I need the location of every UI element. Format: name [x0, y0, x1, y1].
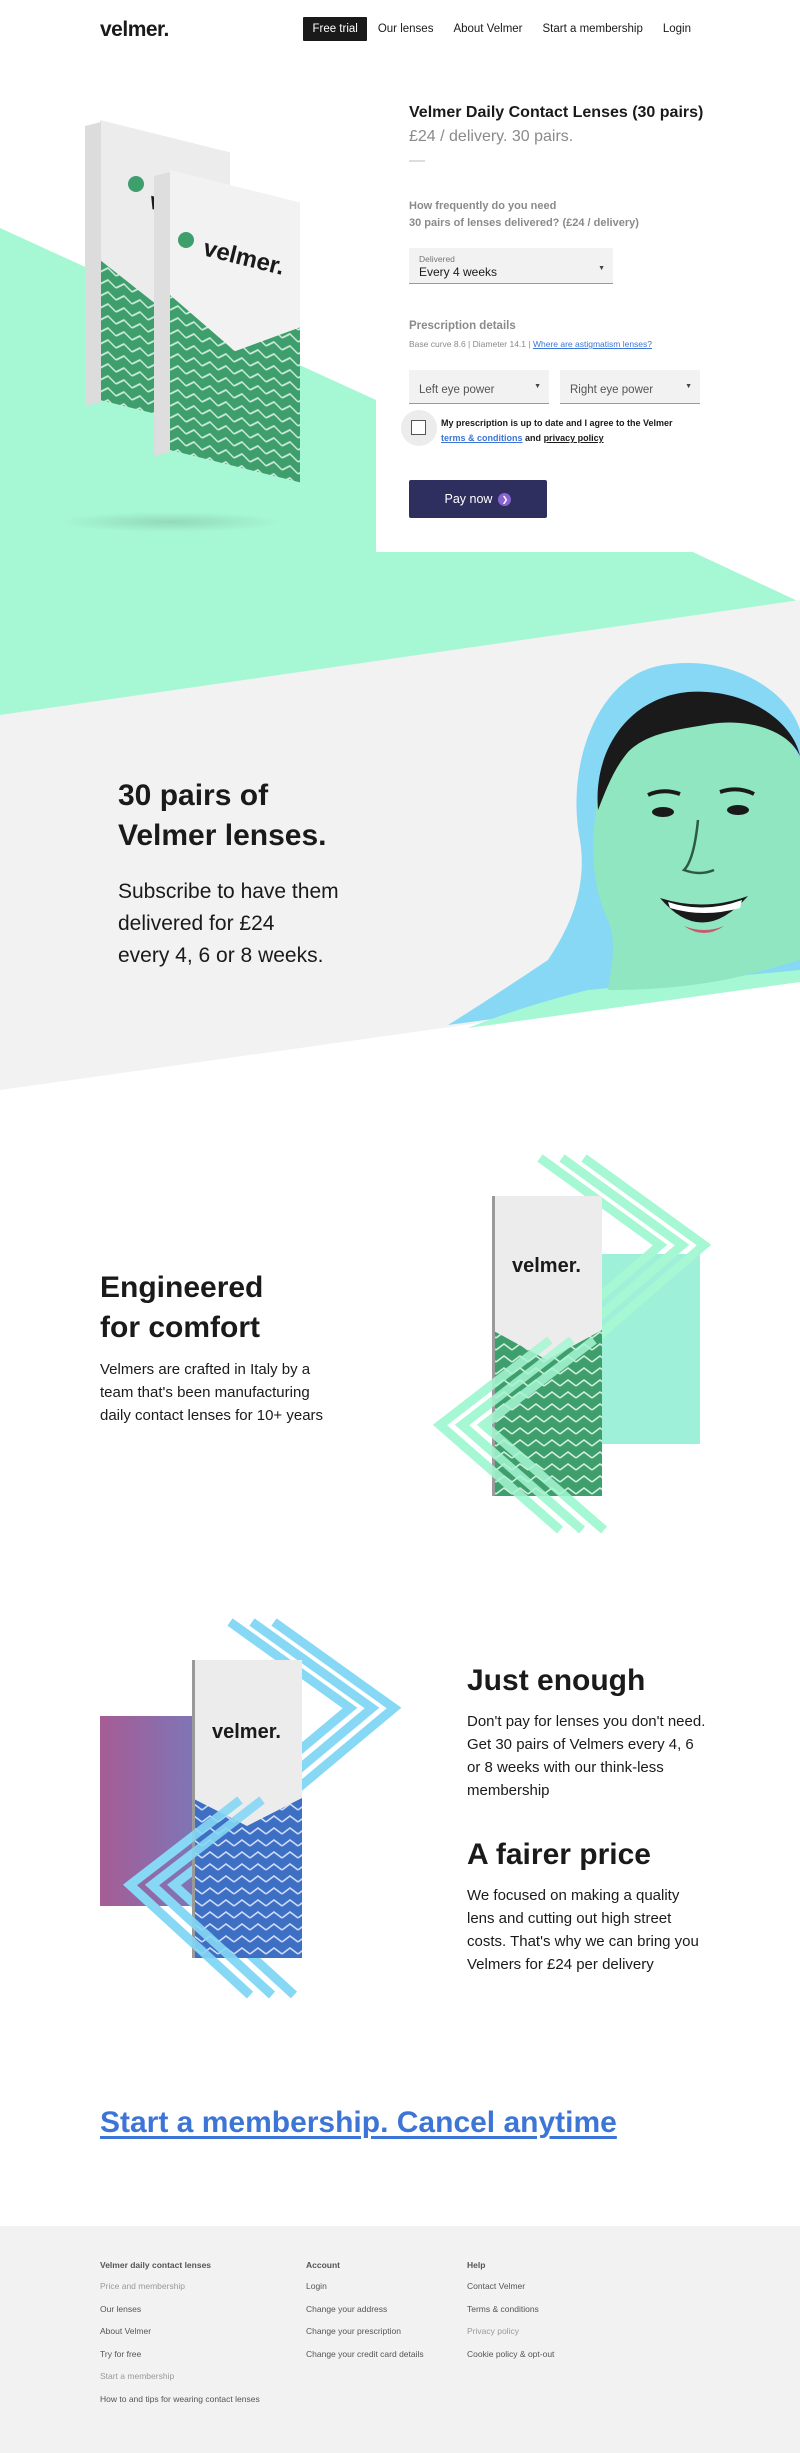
footer-link[interactable]: About Velmer — [100, 2326, 260, 2336]
footer-link[interactable]: Change your credit card details — [306, 2349, 424, 2359]
caret-down-icon: ▼ — [685, 383, 692, 390]
nav-login[interactable]: Login — [654, 17, 700, 41]
product-title: Velmer Daily Contact Lenses (30 pairs) — [409, 104, 704, 121]
footer-link[interactable]: Try for free — [100, 2349, 260, 2359]
footer-link[interactable]: Start a membership — [100, 2371, 260, 2381]
left-eye-power-select[interactable]: Left eye power ▼ — [409, 370, 549, 404]
astigmatism-link[interactable]: Where are astigmatism lenses? — [533, 339, 652, 349]
engineered-body: Velmers are crafted in Italy by a team t… — [100, 1361, 324, 1424]
footer-link[interactable]: Terms & conditions — [467, 2304, 554, 2314]
product-price: £24 / delivery. 30 pairs. — [409, 128, 574, 145]
right-eye-power-select[interactable]: Right eye power ▼ — [560, 370, 700, 404]
nav-about[interactable]: About Velmer — [444, 17, 531, 41]
footer-col-account: Account Login Change your address Change… — [306, 2260, 424, 2371]
footer-link[interactable]: Change your address — [306, 2304, 424, 2314]
main-nav: Free trial Our lenses About Velmer Start… — [303, 17, 700, 41]
nav-start-membership[interactable]: Start a membership — [534, 17, 652, 41]
agree-text: My prescription is up to date and I agre… — [441, 418, 673, 443]
fairer-price-heading: A fairer price — [467, 1838, 651, 1871]
velmer-logo[interactable]: velmer. — [100, 18, 169, 42]
chevron-right-circle-icon: ❯ — [498, 492, 512, 506]
customer-portrait — [448, 663, 800, 1028]
box-logo: velmer. — [212, 1721, 281, 1743]
subscribe-heading: 30 pairs of Velmer lenses. — [118, 779, 327, 852]
engineered-illustration: velmer. — [432, 1154, 712, 1534]
footer-heading: Help — [467, 2260, 486, 2270]
delivery-frequency-select[interactable]: Delivered Every 4 weeks ▼ — [409, 248, 613, 284]
agree-checkbox-wrapper[interactable] — [401, 410, 437, 446]
engineered-heading: Engineered for comfort — [100, 1271, 264, 1344]
footer-link[interactable]: Change your prescription — [306, 2326, 424, 2336]
footer-heading: Account — [306, 2260, 340, 2270]
delivery-select-value: Every 4 weeks — [419, 265, 498, 279]
nav-our-lenses[interactable]: Our lenses — [369, 17, 443, 41]
divider — [409, 160, 425, 162]
footer-link[interactable]: How to and tips for wearing contact lens… — [100, 2394, 260, 2404]
footer-link[interactable]: Contact Velmer — [467, 2281, 554, 2291]
footer-heading: Velmer daily contact lenses — [100, 2260, 212, 2270]
caret-down-icon: ▼ — [598, 265, 605, 272]
footer-link[interactable]: Price and membership — [100, 2281, 260, 2291]
pay-now-button[interactable]: Pay now ❯ — [409, 480, 547, 518]
lens-boxes-illustration: velmer. velmer. — [60, 119, 300, 532]
fairer-price-body: We focused on making a quality lens and … — [467, 1887, 699, 1973]
nav-free-trial[interactable]: Free trial — [303, 17, 367, 41]
frequency-question: How frequently do you need 30 pairs of l… — [409, 200, 639, 229]
agree-checkbox[interactable] — [411, 420, 426, 435]
prescription-heading: Prescription details — [409, 320, 516, 332]
terms-link[interactable]: terms & conditions — [441, 433, 523, 443]
footer-link[interactable]: Privacy policy — [467, 2326, 554, 2336]
footer-link[interactable]: Cookie policy & opt-out — [467, 2349, 554, 2359]
site-header: velmer. Free trial Our lenses About Velm… — [0, 0, 800, 64]
just-enough-body: Don't pay for lenses you don't need. Get… — [467, 1713, 706, 1799]
prescription-meta: Base curve 8.6 | Diameter 14.1 | Where a… — [409, 339, 653, 349]
caret-down-icon: ▼ — [534, 383, 541, 390]
just-enough-heading: Just enough — [467, 1664, 646, 1697]
footer-link[interactable]: Our lenses — [100, 2304, 260, 2314]
site-footer: Velmer daily contact lenses Price and me… — [0, 2226, 800, 2453]
delivery-select-caption: Delivered — [419, 254, 455, 264]
footer-col-help: Help Contact Velmer Terms & conditions P… — [467, 2260, 554, 2371]
just-enough-illustration: velmer. — [100, 1618, 402, 1999]
start-membership-cta[interactable]: Start a membership. Cancel anytime — [100, 2106, 617, 2140]
footer-col-lenses: Velmer daily contact lenses Price and me… — [100, 2260, 260, 2417]
footer-link[interactable]: Login — [306, 2281, 424, 2291]
subscribe-body: Subscribe to have them delivered for £24… — [118, 880, 339, 967]
box-logo: velmer. — [512, 1255, 581, 1277]
privacy-link[interactable]: privacy policy — [544, 433, 604, 443]
